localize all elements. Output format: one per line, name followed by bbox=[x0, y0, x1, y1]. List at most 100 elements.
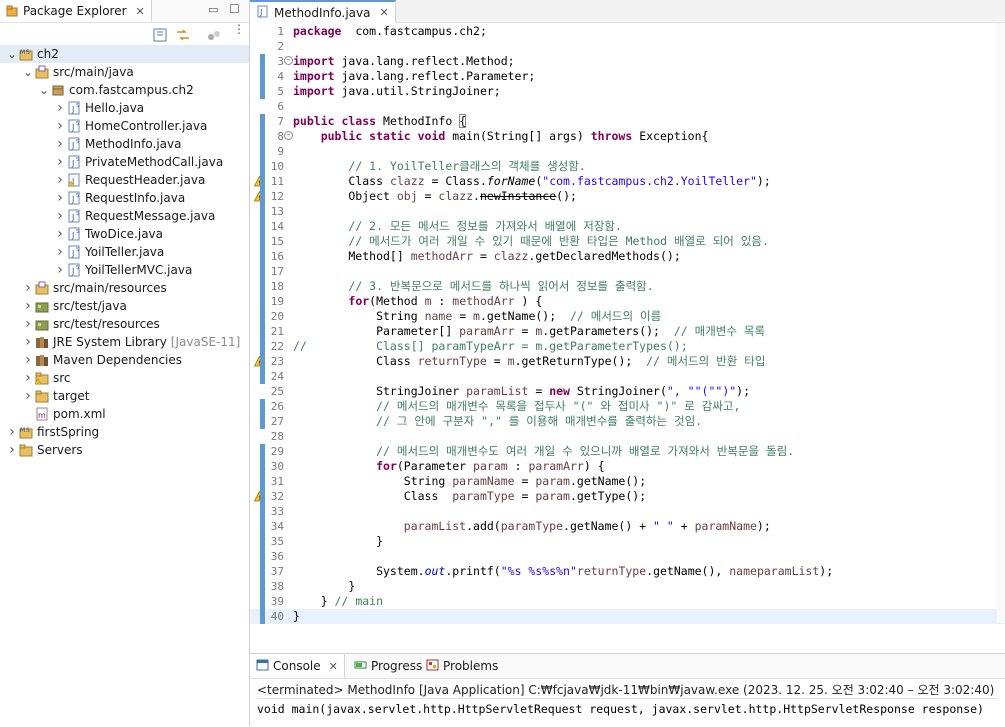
chevron-right-icon[interactable]: › bbox=[22, 299, 34, 313]
close-icon[interactable]: ✕ bbox=[379, 6, 388, 19]
code-line[interactable]: 37 System.out.printf("%s %s%s%n"returnTy… bbox=[250, 564, 1005, 579]
code-text[interactable]: System.out.printf("%s %s%s%n"returnType.… bbox=[293, 564, 833, 579]
collapse-all-icon[interactable] bbox=[153, 28, 167, 45]
code-text[interactable]: package com.fastcampus.ch2; bbox=[293, 24, 487, 39]
tab-console[interactable]: Console ✕ bbox=[250, 654, 345, 678]
chevron-down-icon[interactable]: ⌄ bbox=[6, 48, 18, 60]
code-line[interactable]: 25 StringJoiner paramList = new StringJo… bbox=[250, 384, 1005, 399]
tab-progress[interactable]: Progress bbox=[348, 654, 428, 678]
code-line[interactable]: 18 // 3. 반복문으로 메서드를 하나씩 읽어서 정보를 출력함. bbox=[250, 279, 1005, 294]
tree-item[interactable]: › src/test/resources bbox=[0, 315, 249, 333]
chevron-right-icon[interactable]: › bbox=[54, 263, 66, 277]
code-text[interactable]: public class MethodInfo { bbox=[293, 114, 467, 129]
chevron-right-icon[interactable]: › bbox=[22, 281, 34, 295]
code-text[interactable]: // 그 안에 구분자 "," 를 이용해 매개변수를 출력하는 것임. bbox=[293, 414, 702, 429]
tree-item[interactable]: › J S TwoDice.java bbox=[0, 225, 249, 243]
code-text[interactable]: paramList.add(paramType.getName() + " " … bbox=[293, 519, 771, 534]
code-text[interactable]: // 1. YoilTeller클래스의 객체를 생성함. bbox=[293, 159, 585, 174]
tree-item[interactable]: › Maven Dependencies bbox=[0, 351, 249, 369]
tree-item[interactable]: › J S YoilTellerMVC.java bbox=[0, 261, 249, 279]
code-line[interactable]: 29 // 메서드의 매개변수도 여러 개일 수 있으니까 배열로 가져와서 반… bbox=[250, 444, 1005, 459]
code-line[interactable]: 34 paramList.add(paramType.getName() + "… bbox=[250, 519, 1005, 534]
code-line[interactable]: 6 bbox=[250, 99, 1005, 114]
code-line[interactable]: 21 Parameter[] paramArr = m.getParameter… bbox=[250, 324, 1005, 339]
tree-item[interactable]: › src bbox=[0, 369, 249, 387]
console-output[interactable]: void main(javax.servlet.http.HttpServlet… bbox=[257, 698, 997, 716]
code-area[interactable]: 1 package com.fastcampus.ch2; 2 3− import ja… bbox=[250, 23, 1005, 650]
view-menu-icon[interactable]: ⋮ bbox=[233, 23, 245, 35]
close-icon[interactable]: ✕ bbox=[136, 5, 145, 18]
code-line[interactable]: 3− import java.lang.reflect.Method; bbox=[250, 54, 1005, 69]
code-text[interactable]: } bbox=[293, 534, 383, 549]
code-line[interactable]: 20 String name = m.getName(); // 메서드의 이름 bbox=[250, 309, 1005, 324]
code-text[interactable]: Class clazz = Class.forName("com.fastcam… bbox=[293, 174, 770, 189]
code-line[interactable]: 15 // 메서드가 여러 개일 수 있기 때문에 반환 타입은 Method … bbox=[250, 234, 1005, 249]
code-line[interactable]: 10 // 1. YoilTeller클래스의 객체를 생성함. bbox=[250, 159, 1005, 174]
code-line[interactable]: 7 public class MethodInfo { bbox=[250, 114, 1005, 129]
chevron-right-icon[interactable]: › bbox=[6, 425, 18, 439]
code-line[interactable]: 14 // 2. 모든 메서드 정보를 가져와서 배열에 저장함. bbox=[250, 219, 1005, 234]
code-line[interactable]: 31 String paramName = param.getName(); bbox=[250, 474, 1005, 489]
code-line[interactable]: 22 // Class[] paramTypeArr = m.getParamet… bbox=[250, 339, 1005, 354]
right-ruler[interactable] bbox=[997, 23, 1005, 623]
code-line[interactable]: 8− public static void main(String[] args… bbox=[250, 129, 1005, 144]
tree-item[interactable]: › Servers bbox=[0, 441, 249, 459]
tree-item[interactable]: › target bbox=[0, 387, 249, 405]
fold-icon[interactable]: − bbox=[284, 131, 293, 140]
code-line[interactable]: 32! Class paramType = param.getType(); bbox=[250, 489, 1005, 504]
maximize-icon[interactable]: ☐ bbox=[229, 2, 240, 16]
tree-item[interactable]: ⌄ src/main/java bbox=[0, 63, 249, 81]
code-text[interactable]: import java.lang.reflect.Parameter; bbox=[293, 69, 535, 84]
code-text[interactable]: StringJoiner paramList = new StringJoine… bbox=[293, 384, 750, 399]
code-line[interactable]: 19 for(Method m : methodArr ) { bbox=[250, 294, 1005, 309]
chevron-right-icon[interactable]: › bbox=[54, 119, 66, 133]
quickdiff-marker[interactable] bbox=[260, 114, 265, 384]
code-text[interactable]: String name = m.getName(); // 메서드의 이름 bbox=[293, 309, 661, 324]
chevron-down-icon[interactable]: ⌄ bbox=[22, 66, 34, 78]
code-line[interactable]: 4 import java.lang.reflect.Parameter; bbox=[250, 69, 1005, 84]
chevron-right-icon[interactable]: › bbox=[54, 227, 66, 241]
chevron-right-icon[interactable]: › bbox=[22, 353, 34, 367]
close-icon[interactable]: ✕ bbox=[329, 660, 338, 673]
code-text[interactable]: // 메서드의 매개변수도 여러 개일 수 있으니까 배열로 가져와서 반복문을… bbox=[293, 444, 794, 459]
tree-item[interactable]: › JRE System Library [JavaSE-11] bbox=[0, 333, 249, 351]
code-line[interactable]: 30 for(Parameter param : paramArr) { bbox=[250, 459, 1005, 474]
tree-item[interactable]: › src/main/resources bbox=[0, 279, 249, 297]
code-text[interactable]: // 3. 반복문으로 메서드를 하나씩 읽어서 정보를 출력함. bbox=[293, 279, 653, 294]
tab-problems[interactable]: Problems bbox=[420, 654, 504, 678]
chevron-right-icon[interactable]: › bbox=[54, 101, 66, 115]
tree-item[interactable]: › M SfirstSpring bbox=[0, 423, 249, 441]
code-line[interactable]: 40} bbox=[250, 609, 1005, 624]
code-line[interactable]: 1 package com.fastcampus.ch2; bbox=[250, 24, 1005, 39]
code-line[interactable]: 39 } // main bbox=[250, 594, 1005, 609]
code-text[interactable]: } bbox=[293, 609, 300, 624]
code-line[interactable]: 28 bbox=[250, 429, 1005, 444]
code-line[interactable]: 9 bbox=[250, 144, 1005, 159]
chevron-right-icon[interactable]: › bbox=[22, 317, 34, 331]
quickdiff-marker[interactable] bbox=[260, 444, 265, 624]
code-line[interactable]: 5 import java.util.StringJoiner; bbox=[250, 84, 1005, 99]
quickdiff-marker[interactable] bbox=[260, 399, 265, 429]
code-line[interactable]: 23! Class returnType = m.getReturnType()… bbox=[250, 354, 1005, 369]
chevron-right-icon[interactable]: › bbox=[22, 389, 34, 403]
chevron-right-icon[interactable]: › bbox=[54, 191, 66, 205]
code-line[interactable]: 13 bbox=[250, 204, 1005, 219]
code-line[interactable]: 24 bbox=[250, 369, 1005, 384]
quickdiff-marker[interactable] bbox=[260, 54, 265, 99]
code-line[interactable]: 38 } bbox=[250, 579, 1005, 594]
chevron-right-icon[interactable]: › bbox=[54, 155, 66, 169]
code-text[interactable]: // 메서드의 매개변수 목록을 접두사 "(" 와 접미사 ")" 로 감싸고… bbox=[293, 399, 740, 414]
code-line[interactable]: 12! Object obj = clazz.newInstance(); bbox=[250, 189, 1005, 204]
tree-item[interactable]: › J S RequestMessage.java bbox=[0, 207, 249, 225]
code-line[interactable]: 16 Method[] methodArr = clazz.getDeclare… bbox=[250, 249, 1005, 264]
code-text[interactable]: } bbox=[293, 579, 355, 594]
tree-item[interactable]: › J S YoilTeller.java bbox=[0, 243, 249, 261]
code-text[interactable]: String paramName = param.getName(); bbox=[293, 474, 646, 489]
minimize-icon[interactable]: ▭ bbox=[208, 3, 218, 16]
chevron-down-icon[interactable]: ⌄ bbox=[38, 84, 50, 96]
code-text[interactable]: Parameter[] paramArr = m.getParameters()… bbox=[293, 324, 765, 339]
tab-package-explorer[interactable]: Package Explorer ✕ bbox=[0, 0, 152, 22]
code-line[interactable]: 11! Class clazz = Class.forName("com.fas… bbox=[250, 174, 1005, 189]
link-editor-icon[interactable] bbox=[175, 28, 191, 45]
fold-icon[interactable]: − bbox=[284, 56, 293, 65]
